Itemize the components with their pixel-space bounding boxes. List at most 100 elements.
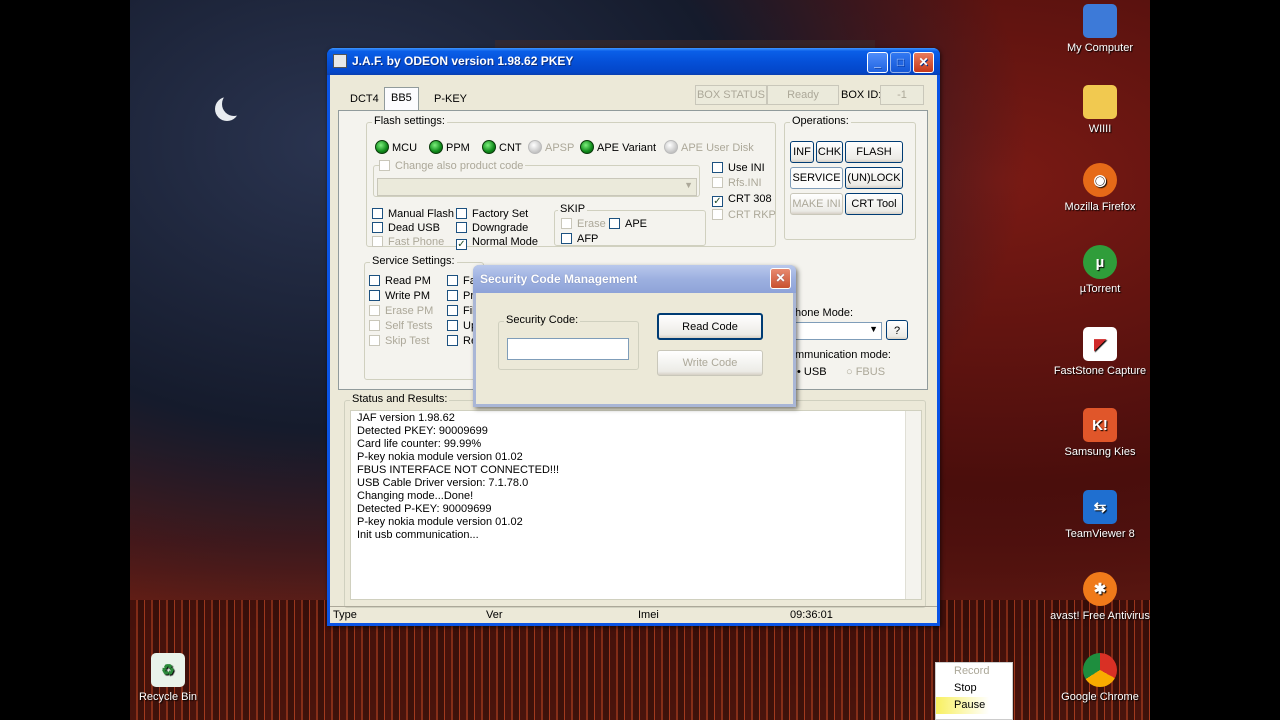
service-settings-legend: Service Settings: — [370, 255, 457, 267]
service-check-5[interactable]: Fa — [447, 275, 476, 287]
box-status-label: BOX STATUS — [695, 85, 767, 105]
erase-pm-checkbox: Erase PM — [369, 305, 433, 317]
log-line: FBUS INTERFACE NOT CONNECTED!!! — [357, 464, 560, 476]
read-pm-checkbox[interactable]: Read PM — [369, 275, 431, 287]
tab-dct4[interactable]: DCT4 — [344, 89, 385, 111]
flash-button[interactable]: FLASH — [845, 141, 903, 163]
dialog-titlebar[interactable]: Security Code Management ✕ — [473, 265, 796, 293]
fbus-radio: ○ FBUS — [846, 366, 885, 378]
skip-ape-checkbox[interactable]: APE — [609, 218, 647, 230]
faststone-icon: ◤ — [1083, 327, 1117, 361]
folder-icon — [1083, 85, 1117, 119]
desktop-icon-firefox[interactable]: ◉ Mozilla Firefox — [1050, 163, 1150, 214]
skip-afp-checkbox[interactable]: AFP — [561, 233, 598, 245]
checkmark-icon: ✓ — [712, 196, 723, 207]
tab-pkey[interactable]: P-KEY — [428, 89, 473, 111]
security-code-dialog: Security Code Management ✕ Security Code… — [473, 265, 796, 407]
status-led-icon — [664, 140, 678, 154]
desktop-icon-faststone[interactable]: ◤ FastStone Capture — [1050, 327, 1150, 378]
usb-radio[interactable]: • USB — [797, 366, 827, 378]
desktop-icon-chrome[interactable]: Google Chrome — [1050, 653, 1150, 704]
service-button[interactable]: SERVICE — [790, 167, 843, 189]
log-line: Card life counter: 99.99% — [357, 438, 482, 450]
status-log[interactable]: JAF version 1.98.62 Detected PKEY: 90009… — [350, 410, 922, 600]
manual-flash-checkbox[interactable]: Manual Flash — [372, 208, 454, 220]
statusbar-time: 09:36:01 — [790, 609, 833, 621]
status-bar: Type Ver Imei 09:36:01 — [330, 606, 937, 623]
service-check-7[interactable]: Fil — [447, 305, 475, 317]
checkbox-box — [369, 320, 380, 331]
moon — [222, 92, 246, 116]
security-code-input[interactable] — [507, 338, 629, 360]
use-ini-checkbox[interactable]: Use INI — [712, 162, 765, 174]
operations-legend: Operations: — [790, 115, 851, 127]
checkbox-box — [372, 208, 383, 219]
downgrade-checkbox[interactable]: Downgrade — [456, 222, 528, 234]
unlock-button[interactable]: (UN)LOCK — [845, 167, 903, 189]
normal-mode-checkbox[interactable]: ✓ Normal Mode — [456, 236, 538, 250]
checkbox-box — [561, 218, 572, 229]
led-ppm: PPM — [429, 140, 470, 154]
checkbox-label: AFP — [577, 233, 599, 245]
desktop-icon-samsung-kies[interactable]: K! Samsung Kies — [1050, 408, 1150, 459]
checkbox-label: Self Tests — [385, 320, 433, 332]
minimize-button[interactable]: _ — [867, 52, 888, 73]
help-button[interactable]: ? — [886, 320, 908, 340]
desktop-icon-recycle-bin[interactable]: ♻ Recycle Bin — [118, 653, 218, 704]
computer-icon — [1083, 4, 1117, 38]
product-code-select: ▼ — [377, 178, 697, 196]
statusbar-ver: Ver — [486, 609, 503, 621]
chk-button[interactable]: CHK — [816, 141, 843, 163]
icon-label: Recycle Bin — [138, 691, 198, 703]
write-pm-checkbox[interactable]: Write PM — [369, 290, 430, 302]
checkbox-box — [369, 275, 380, 286]
statusbar-type: Type — [333, 609, 357, 621]
box-id-value: -1 — [880, 85, 924, 105]
write-code-button: Write Code — [657, 350, 763, 376]
service-check-6[interactable]: Pr — [447, 290, 474, 302]
pause-menu-item[interactable]: Pause — [936, 697, 1012, 714]
security-code-label: Security Code: — [504, 314, 581, 326]
checkbox-label: Skip Test — [385, 335, 430, 347]
led-label: APSP — [545, 142, 575, 154]
icon-label: Mozilla Firefox — [1064, 201, 1136, 213]
desktop-icon-teamviewer[interactable]: ⇆ TeamViewer 8 — [1050, 490, 1150, 541]
read-code-button[interactable]: Read Code — [657, 313, 763, 340]
log-line: P-key nokia module version 01.02 — [357, 451, 523, 463]
factory-set-checkbox[interactable]: Factory Set — [456, 208, 528, 220]
log-line: Changing mode...Done! — [357, 490, 474, 502]
crt-308-checkbox[interactable]: ✓ CRT 308 — [712, 193, 772, 207]
checkbox-label: Dead USB — [388, 222, 440, 234]
log-line: P-key nokia module version 01.02 — [357, 516, 523, 528]
desktop-icon-avast[interactable]: ✱ avast! Free Antivirus — [1050, 572, 1150, 623]
checkbox-box — [447, 305, 458, 316]
icon-label: My Computer — [1066, 42, 1134, 54]
stop-menu-item[interactable]: Stop — [936, 680, 1012, 697]
status-scrollbar[interactable] — [905, 411, 921, 599]
tab-bb5[interactable]: BB5 — [384, 87, 419, 111]
icon-label: TeamViewer 8 — [1065, 528, 1135, 540]
utorrent-icon: µ — [1083, 245, 1117, 279]
log-line: JAF version 1.98.62 — [357, 412, 455, 424]
firefox-icon: ◉ — [1083, 163, 1117, 197]
desktop-icon-wiiii[interactable]: WIIII — [1050, 85, 1150, 136]
dead-usb-checkbox[interactable]: Dead USB — [372, 222, 440, 234]
desktop-icon-my-computer[interactable]: My Computer — [1050, 4, 1150, 55]
checkbox-box — [456, 208, 467, 219]
teamviewer-icon: ⇆ — [1083, 490, 1117, 524]
desktop-icon-utorrent[interactable]: µ µTorrent — [1050, 245, 1150, 296]
self-tests-checkbox: Self Tests — [369, 320, 433, 332]
crt-tool-button[interactable]: CRT Tool — [845, 193, 903, 215]
close-button[interactable]: ✕ — [913, 52, 934, 73]
led-mcu: MCU — [375, 140, 417, 154]
checkbox-label: Use INI — [728, 162, 765, 174]
dialog-close-button[interactable]: ✕ — [770, 268, 791, 289]
phone-mode-select[interactable]: ▼ — [794, 322, 882, 340]
inf-button[interactable]: INF — [790, 141, 814, 163]
checkbox-label: Downgrade — [472, 222, 529, 234]
checkbox-box — [379, 160, 390, 171]
skip-erase-checkbox: Erase — [561, 218, 606, 230]
log-line: USB Cable Driver version: 7.1.78.0 — [357, 477, 529, 489]
window-titlebar[interactable]: J.A.F. by ODEON version 1.98.62 PKEY _ □… — [327, 48, 940, 75]
chevron-down-icon: ▼ — [869, 324, 878, 334]
